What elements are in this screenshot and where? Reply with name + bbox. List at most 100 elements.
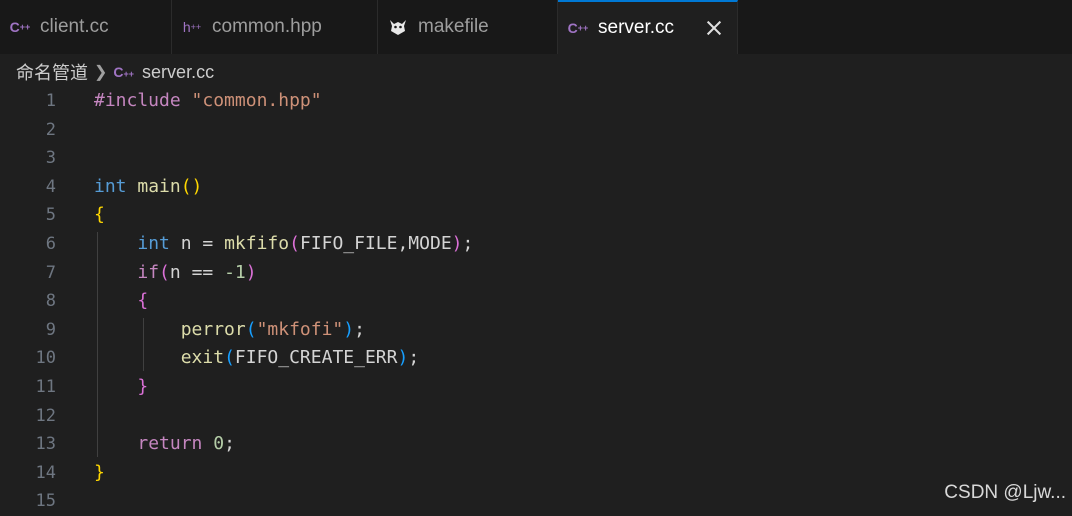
code-text: perror("mkfofi"); (94, 316, 365, 345)
code-token: FIFO_FILE,MODE (299, 232, 452, 254)
code-editor[interactable]: 1 #include "common.hpp" 2 3 4 int main() 5{6 i… (0, 87, 1072, 516)
cpp-icon: C++ (567, 20, 589, 36)
code-line[interactable]: 9 perror("mkfofi"); (0, 316, 1072, 345)
code-line[interactable]: 4 int main() (0, 173, 1072, 202)
close-icon[interactable] (703, 17, 725, 39)
breadcrumb: 命名管道 ❯ C++ server.cc (0, 56, 214, 88)
line-number: 12 (35, 405, 56, 426)
line-number: 8 (45, 291, 56, 312)
hpp-icon: h ++ (182, 19, 202, 35)
line-number: 13 (35, 434, 56, 455)
watermark: CSDN @Ljw... (944, 482, 1066, 503)
code-token: ) (451, 232, 463, 254)
code-text: } (94, 373, 148, 402)
code-token: ( (245, 318, 257, 340)
code-line[interactable]: 5{ (0, 201, 1072, 230)
chevron-right-icon: ❯ (94, 64, 108, 81)
code-token: "common.hpp" (191, 90, 322, 111)
code-line[interactable]: 12 (0, 402, 1072, 431)
tab-common-hpp[interactable]: h ++ common.hpp (172, 0, 378, 54)
code-line[interactable]: 13 return 0; (0, 430, 1072, 459)
code-line[interactable]: 3 (0, 144, 1072, 173)
line-number: 4 (45, 176, 56, 197)
code-line[interactable]: 1 #include "common.hpp" (0, 87, 1072, 116)
line-number: 15 (35, 491, 56, 512)
tab-label: common.hpp (212, 16, 322, 37)
code-line[interactable]: 8 { (0, 287, 1072, 316)
cpp-icon: C++ (9, 19, 31, 35)
tab-server-cc[interactable]: C ++ server.cc (558, 0, 738, 54)
code-token: return (137, 433, 203, 455)
line-number: 10 (35, 348, 56, 369)
code-token: ; (462, 232, 474, 254)
code-token: ; (408, 347, 420, 369)
code-token: ) (343, 318, 355, 340)
gnu-icon (386, 17, 410, 37)
code-token: mkfifo (224, 232, 290, 254)
code-token: n = (169, 232, 225, 254)
code-text: int main() (94, 173, 202, 202)
code-token: ; (224, 433, 235, 455)
code-token: } (94, 461, 105, 483)
code-token: int (94, 175, 127, 197)
code-token: ) (245, 261, 257, 283)
indent-guide (97, 232, 98, 457)
tab-makefile[interactable]: makefile (378, 0, 558, 54)
line-number: 9 (45, 319, 56, 340)
code-token: { (94, 204, 105, 226)
cpp-icon: C++ (113, 64, 135, 80)
code-token: #include (94, 90, 192, 111)
code-token: ( (289, 232, 300, 254)
breadcrumb-folder[interactable]: 命名管道 (16, 59, 88, 85)
code-token: perror (180, 318, 246, 340)
tab-bar: C ++ client.cc h ++ common.hpp makefile C +… (0, 0, 1072, 54)
line-number: 6 (45, 233, 56, 254)
code-text: { (94, 287, 148, 316)
code-token: -1 (224, 261, 246, 283)
code-token: () (180, 175, 203, 197)
code-token: int (137, 232, 170, 254)
tab-label: server.cc (598, 17, 675, 38)
code-token: "mkfofi" (256, 318, 344, 340)
code-token: ( (224, 347, 235, 369)
breadcrumb-file[interactable]: server.cc (142, 62, 214, 83)
tab-label: client.cc (40, 16, 109, 37)
line-number: 11 (35, 376, 56, 397)
line-number: 1 (45, 91, 56, 111)
tab-label: makefile (418, 16, 489, 37)
code-line[interactable]: 2 (0, 116, 1072, 145)
code-token: 0 (213, 433, 225, 455)
code-line[interactable]: 14} (0, 459, 1072, 488)
code-token: main (137, 175, 181, 197)
code-token: ) (397, 347, 409, 369)
code-text: int n = mkfifo(FIFO_FILE,MODE); (94, 230, 473, 259)
code-token: ( (159, 261, 170, 283)
line-number: 14 (35, 462, 56, 483)
code-line[interactable]: 11 } (0, 373, 1072, 402)
code-token: n == (169, 261, 225, 283)
code-text: #include "common.hpp" (94, 87, 322, 116)
code-text: } (94, 459, 105, 488)
code-line[interactable]: 6 int n = mkfifo(FIFO_FILE,MODE); (0, 230, 1072, 259)
code-line[interactable]: 7 if(n == -1) (0, 259, 1072, 288)
indent-guide (143, 317, 144, 371)
code-line[interactable]: 15 (0, 487, 1072, 516)
line-number: 7 (45, 262, 56, 283)
code-text: return 0; (94, 430, 235, 459)
line-number: 2 (45, 119, 56, 140)
code-token: { (137, 290, 149, 312)
code-token: exit (180, 347, 225, 369)
code-token: } (137, 375, 149, 397)
code-text: if(n == -1) (94, 259, 257, 288)
code-line[interactable]: 10 exit(FIFO_CREATE_ERR); (0, 344, 1072, 373)
tab-client-cc[interactable]: C ++ client.cc (0, 0, 172, 54)
